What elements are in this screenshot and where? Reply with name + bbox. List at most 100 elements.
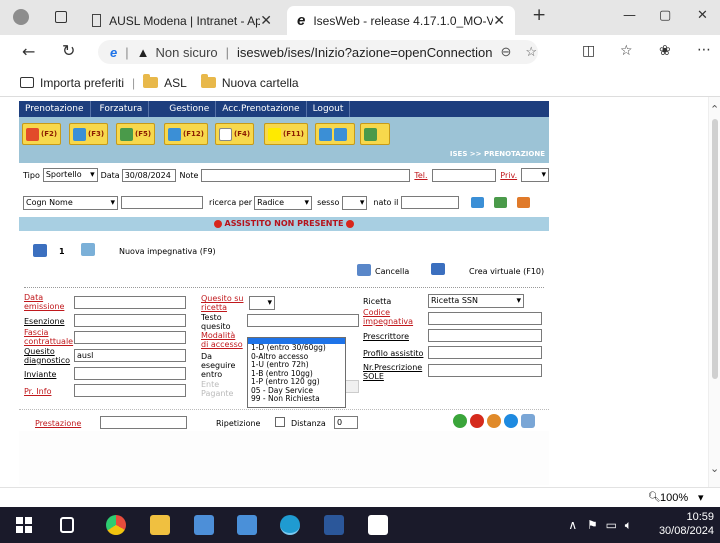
scroll-up-icon[interactable]: ⌃ — [710, 103, 719, 116]
zoom-level[interactable]: 100% — [660, 492, 688, 504]
profile-avatar-icon[interactable] — [13, 9, 29, 25]
warning-icon[interactable]: ▲ — [137, 45, 150, 60]
nr-prescrizione-input[interactable] — [428, 364, 542, 377]
codice-impegnativa-input[interactable] — [428, 312, 542, 325]
f11-button[interactable]: (F11) — [264, 123, 308, 145]
prestazione-label[interactable]: Prestazione — [35, 419, 81, 428]
favorite-nuova-cartella[interactable]: Nuova cartella — [200, 74, 299, 90]
search-name-input[interactable] — [121, 196, 203, 209]
inviante-label[interactable]: Inviante — [24, 370, 56, 379]
scroll-down-icon[interactable]: ⌄ — [710, 462, 719, 475]
esenzione-label[interactable]: Esenzione — [24, 317, 65, 326]
close-tab-icon[interactable]: ✕ — [493, 12, 505, 29]
priv-select[interactable] — [521, 168, 549, 182]
inviante-input[interactable] — [74, 367, 186, 380]
windows-start-icon[interactable] — [16, 517, 32, 533]
exit-button[interactable] — [360, 123, 390, 145]
create-virtual-icon[interactable] — [431, 263, 445, 275]
tab-actions-icon[interactable] — [55, 11, 67, 23]
priv-label[interactable]: Priv. — [500, 171, 517, 180]
tipo-select[interactable]: Sportello — [42, 168, 98, 182]
ricerca-select[interactable]: Radice — [254, 195, 313, 210]
photos-icon[interactable] — [368, 515, 388, 535]
quesito-ricetta-label[interactable]: Quesito su ricetta — [201, 294, 245, 312]
esenzione-input[interactable] — [74, 314, 186, 327]
data-emissione-input[interactable] — [74, 296, 186, 309]
split-screen-icon[interactable]: ◫ — [582, 43, 595, 59]
prestazione-input[interactable] — [100, 416, 187, 429]
menu-gestione[interactable]: Gestione — [163, 101, 217, 117]
quesito-ricetta-select[interactable] — [249, 296, 275, 310]
new-prescription-link[interactable]: Nuova impegnativa (F9) — [119, 247, 216, 256]
nato-input[interactable] — [401, 196, 460, 209]
people-app-icon[interactable] — [194, 515, 214, 535]
cancel-icon[interactable] — [357, 264, 371, 276]
tab-ausl-intranet[interactable]: AUSL Modena | Intranet - Applic ✕ — [82, 6, 282, 35]
favorite-star-icon[interactable]: ☆ — [525, 44, 537, 60]
restore-button[interactable]: ▢ — [659, 8, 671, 23]
volume-icon[interactable]: 🔈︎ — [625, 518, 632, 532]
new-prescription-icon[interactable] — [81, 243, 95, 256]
outlook-icon[interactable] — [237, 515, 257, 535]
move-up-icon[interactable] — [504, 414, 518, 428]
f5-button[interactable]: (F5) — [116, 123, 156, 145]
data-emissione-label[interactable]: Data emissione — [24, 293, 68, 311]
new-tab-button[interactable]: + — [532, 5, 546, 25]
distanza-input[interactable]: 0 — [334, 416, 358, 429]
taskbar-clock[interactable]: 10:59 30/08/2024 — [659, 510, 714, 538]
cancel-link[interactable]: Cancella — [375, 267, 409, 276]
data-input[interactable]: 30/08/2024 — [121, 168, 177, 182]
back-icon[interactable]: ← — [22, 42, 35, 61]
file-explorer-icon[interactable] — [150, 515, 170, 535]
chrome-icon[interactable] — [106, 515, 126, 535]
fascia-input[interactable] — [74, 331, 186, 344]
zoom-dropdown-icon[interactable]: ▾ — [698, 491, 704, 504]
create-virtual-link[interactable]: Crea virtuale (F10) — [469, 267, 544, 276]
edit-prescription-icon[interactable] — [33, 244, 47, 257]
refresh-prestazione-icon[interactable] — [487, 414, 501, 428]
tel-label[interactable]: Tel. — [414, 171, 427, 180]
search-field-select[interactable]: Cogn Nome — [23, 195, 118, 210]
f3-button[interactable]: (F3) — [69, 123, 109, 145]
modalita-accesso-dropdown[interactable]: 1-D (entro 30/60gg) 0-Altro accesso 1-U … — [247, 337, 346, 408]
profilo-assistito-label[interactable]: Profilo assistito — [363, 349, 423, 358]
system-tray[interactable]: ∧ ⚑ ▭ 🔈︎ — [568, 518, 632, 533]
prescrittore-label[interactable]: Prescrittore — [363, 332, 409, 341]
zoom-out-icon[interactable]: ⊖ — [501, 44, 512, 60]
network-icon[interactable]: ⚑ — [587, 518, 598, 532]
close-window-button[interactable]: ✕ — [697, 8, 708, 23]
distanza-checkbox[interactable] — [275, 417, 285, 427]
search-patient-icon[interactable] — [471, 197, 485, 208]
more-menu-icon[interactable]: ⋯ — [697, 42, 711, 58]
ricetta-select[interactable]: Ricetta SSN — [428, 294, 524, 308]
pr-info-label[interactable]: Pr. Info — [24, 387, 51, 396]
copilot-icon[interactable]: ❀ — [659, 43, 671, 59]
people-button[interactable] — [315, 123, 355, 145]
task-view-icon[interactable] — [60, 517, 74, 533]
tab-number[interactable]: 1 — [59, 247, 65, 256]
prescrittore-input[interactable] — [428, 329, 542, 342]
dropdown-option[interactable]: 99 - Non Richiesta — [248, 394, 345, 404]
menu-prenotazione[interactable]: Prenotazione — [19, 101, 91, 117]
edge-icon[interactable] — [280, 515, 300, 535]
menu-logout[interactable]: Logout — [307, 101, 351, 117]
scroll-thumb[interactable] — [712, 119, 718, 379]
testo-quesito-input[interactable] — [247, 314, 359, 327]
quesito-diagnostico-label[interactable]: Quesito diagnostico — [24, 347, 72, 365]
info-icon[interactable] — [521, 414, 535, 428]
url-box[interactable]: e | ▲ Non sicuro | isesweb/ises/Inizio?a… — [98, 40, 538, 64]
favorite-asl[interactable]: ASL — [143, 74, 187, 90]
tray-overflow-icon[interactable]: ∧ — [568, 518, 577, 532]
menu-acc-prenotazione[interactable]: Acc.Prenotazione — [216, 101, 307, 117]
tel-input[interactable] — [431, 168, 497, 182]
patient-info-icon[interactable] — [517, 197, 531, 208]
close-tab-icon[interactable]: ✕ — [260, 12, 272, 29]
nr-prescrizione-label[interactable]: Nr.Prescrizione SOLE — [363, 363, 427, 381]
f4-button[interactable]: (F4) — [215, 123, 255, 145]
quesito-diagnostico-input[interactable]: ausl — [74, 349, 186, 362]
vertical-scrollbar[interactable]: ⌃ ⌄ — [708, 97, 720, 487]
codice-impegnativa-label[interactable]: Codice impegnativa — [363, 308, 425, 326]
tab-isesweb[interactable]: e IsesWeb - release 4.17.1.0_MO-V ✕ — [287, 6, 515, 35]
import-favorites-link[interactable]: Importa preferiti — [20, 76, 124, 90]
menu-forzatura[interactable]: Forzatura — [94, 101, 150, 117]
